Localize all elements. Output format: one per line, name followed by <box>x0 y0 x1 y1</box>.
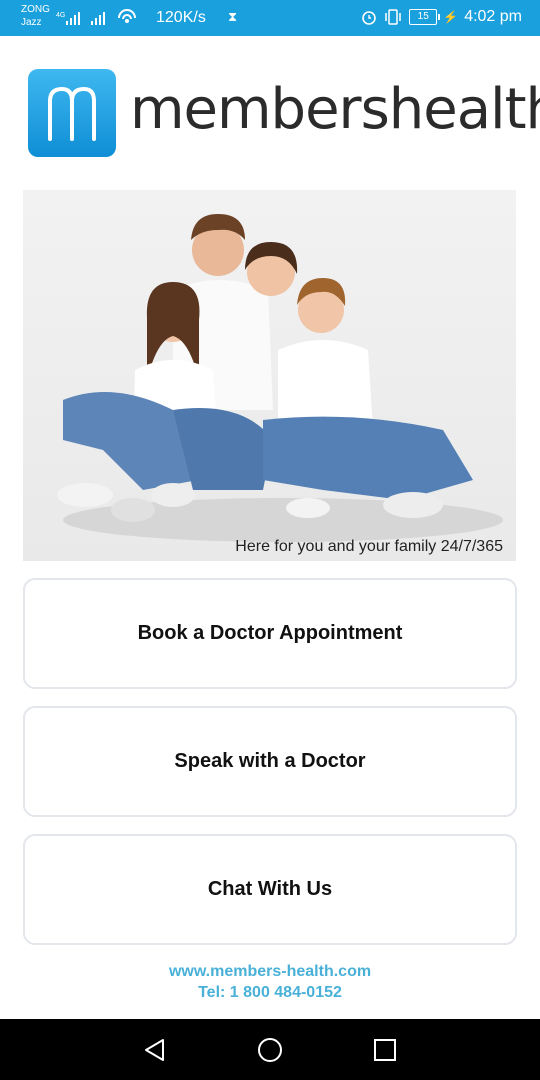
carrier-jazz: Jazz <box>21 17 42 28</box>
speak-with-doctor-button[interactable]: Speak with a Doctor <box>23 706 517 817</box>
hourglass-icon: ⧗ <box>228 9 238 24</box>
vibrate-icon <box>385 9 401 25</box>
system-nav-bar <box>0 1019 540 1080</box>
hero-caption: Here for you and your family 24/7/365 <box>235 538 503 555</box>
website-link[interactable]: www.members-health.com <box>0 963 540 981</box>
back-icon[interactable] <box>141 1036 169 1064</box>
phone-link[interactable]: Tel: 1 800 484-0152 <box>0 984 540 1002</box>
book-appointment-label: Book a Doctor Appointment <box>137 622 403 644</box>
logo-text: membershealth <box>130 77 540 142</box>
alarm-icon <box>362 11 377 25</box>
status-right: 15 ⚡ 4:02 pm <box>361 8 522 26</box>
signal-icons: 4G <box>56 8 138 26</box>
app-logo: membershealth <box>28 69 540 157</box>
speak-with-doctor-label: Speak with a Doctor <box>174 750 366 772</box>
carrier-zong: ZONG <box>21 4 50 15</box>
network-speed: 120K/s <box>156 9 206 26</box>
status-bar: ZONG Jazz 4G 120K/s ⧗ 15 ⚡ 4:02 pm <box>0 0 540 36</box>
signal-icon: 4G <box>56 12 80 25</box>
hero-image: Here for you and your family 24/7/365 <box>23 190 516 561</box>
carrier-info: ZONG Jazz <box>21 3 50 29</box>
charging-icon: ⚡ <box>443 10 459 24</box>
status-time: 4:02 pm <box>464 8 522 25</box>
svg-text:4G: 4G <box>56 12 65 19</box>
home-icon[interactable] <box>256 1036 284 1064</box>
chat-with-us-button[interactable]: Chat With Us <box>23 834 517 945</box>
battery-icon: 15 <box>409 9 441 25</box>
signal-icon-2 <box>91 12 105 25</box>
logo-mark-icon <box>28 69 116 157</box>
book-appointment-button[interactable]: Book a Doctor Appointment <box>23 578 517 689</box>
chat-with-us-label: Chat With Us <box>207 878 333 900</box>
wifi-hotspot-icon <box>118 9 136 23</box>
recent-apps-icon[interactable] <box>371 1036 399 1064</box>
family-photo <box>57 214 503 542</box>
